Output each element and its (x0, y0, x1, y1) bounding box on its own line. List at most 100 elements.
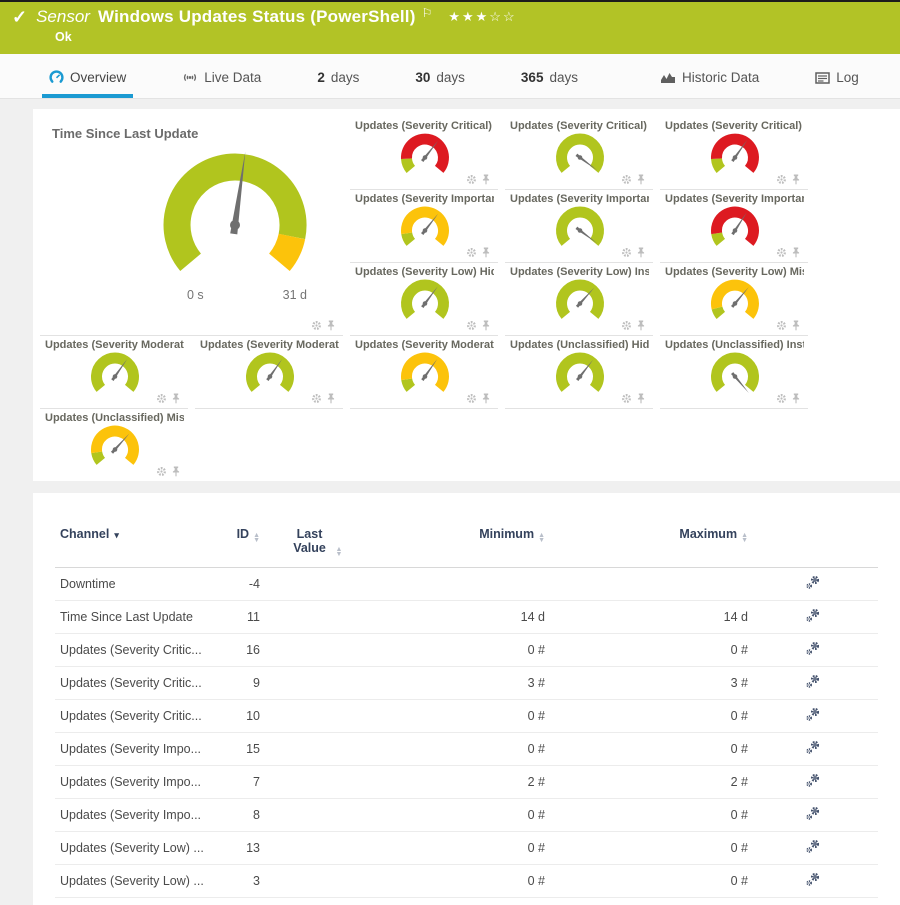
gauge-tile[interactable]: Updates (Severity Important) ... (660, 190, 808, 263)
table-row: Updates (Severity Critic...100 #0 # (55, 700, 878, 733)
gauge-settings-gear-icon[interactable] (621, 174, 632, 185)
channel-cell: Updates (Severity Low) ... (55, 832, 230, 865)
last-cell (260, 634, 370, 667)
gauge-settings-gear-icon[interactable] (621, 393, 632, 404)
channel-gears-icon[interactable] (805, 872, 821, 887)
tab-365-days[interactable]: 365days (514, 70, 585, 98)
gauge-settings-gear-icon[interactable] (621, 320, 632, 331)
gauge-pin-icon[interactable] (326, 393, 336, 404)
gauge-settings-gear-icon[interactable] (776, 320, 787, 331)
channel-gears-icon[interactable] (805, 740, 821, 755)
gauge-settings-gear-icon[interactable] (156, 393, 167, 404)
gauge-tile[interactable]: Updates (Severity Low) Hidden (350, 263, 498, 336)
gauge-body (665, 206, 804, 252)
gauge-body (355, 352, 494, 398)
gauge-tile[interactable]: Time Since Last Update0 s31 d (40, 117, 343, 336)
tab-overview[interactable]: Overview (42, 70, 133, 98)
channel-gears-icon[interactable] (805, 608, 821, 623)
tab-log[interactable]: Log (808, 70, 866, 98)
id-cell: 15 (230, 733, 260, 766)
gauge-settings-gear-icon[interactable] (311, 320, 322, 331)
gauge-tile[interactable]: Updates (Severity Moderate) I... (195, 336, 343, 409)
gauge-tile[interactable]: Updates (Severity Important) ... (350, 190, 498, 263)
gauge-pin-icon[interactable] (791, 174, 801, 185)
table-row: Updates (Severity Critic...93 #3 # (55, 667, 878, 700)
tile-actions (776, 247, 801, 258)
gauge-pin-icon[interactable] (481, 247, 491, 258)
gauge-pin-icon[interactable] (481, 320, 491, 331)
gauge-tile[interactable]: Updates (Severity Moderate) ... (40, 336, 188, 409)
gauge-pin-icon[interactable] (791, 393, 801, 404)
channel-gears-icon[interactable] (805, 806, 821, 821)
column-header-last[interactable]: Last Value▲▼ (260, 519, 370, 568)
column-header-max[interactable]: Maximum▲▼ (545, 519, 748, 568)
channel-cell: Updates (Severity Impo... (55, 733, 230, 766)
channel-gears-icon[interactable] (805, 674, 821, 689)
gauge-tile[interactable]: Updates (Severity Low) Install... (505, 263, 653, 336)
column-header-min[interactable]: Minimum▲▼ (370, 519, 545, 568)
gauge-pin-icon[interactable] (636, 320, 646, 331)
gauge-settings-gear-icon[interactable] (311, 393, 322, 404)
channel-gears-icon[interactable] (805, 839, 821, 854)
gauge-svg (551, 206, 609, 252)
tab-label: Historic Data (682, 70, 759, 85)
column-header-channel[interactable]: Channel▾ (55, 519, 230, 568)
gauge-pin-icon[interactable] (326, 320, 336, 331)
gauge-pin-icon[interactable] (791, 247, 801, 258)
gauge-settings-gear-icon[interactable] (776, 393, 787, 404)
gauge-title: Updates (Severity Important) ... (665, 193, 804, 205)
tab-2-days[interactable]: 2days (310, 70, 366, 98)
last-cell (260, 832, 370, 865)
gauge-pin-icon[interactable] (481, 393, 491, 404)
id-cell: -4 (230, 568, 260, 601)
channel-gears-icon[interactable] (805, 641, 821, 656)
gauge-settings-gear-icon[interactable] (156, 466, 167, 477)
tab-historic-data[interactable]: Historic Data (653, 70, 766, 98)
channel-settings-cell (748, 634, 878, 667)
column-header-id[interactable]: ID▲▼ (230, 519, 260, 568)
gauge-tile[interactable]: Updates (Severity Moderate) ... (350, 336, 498, 409)
channel-gears-icon[interactable] (805, 575, 821, 590)
gauge-body (665, 279, 804, 325)
gauge-tile[interactable]: Updates (Severity Low) Missi... (660, 263, 808, 336)
tab-live-data[interactable]: Live Data (175, 70, 268, 98)
gauge-pin-icon[interactable] (791, 320, 801, 331)
min-cell: 0 # (370, 634, 545, 667)
rating-stars[interactable]: ★★★☆☆ (448, 9, 516, 25)
gauge-body: 0 s31 d (135, 141, 335, 302)
flag-icon[interactable]: ⚐ (422, 7, 433, 19)
gauge-settings-gear-icon[interactable] (776, 247, 787, 258)
gauge-settings-gear-icon[interactable] (621, 247, 632, 258)
gauge-tile[interactable]: Updates (Severity Critical) Mi... (660, 117, 808, 190)
last-cell (260, 865, 370, 898)
gauge-settings-gear-icon[interactable] (776, 174, 787, 185)
gauge-pin-icon[interactable] (636, 393, 646, 404)
gauge-tile[interactable]: Updates (Unclassified) Missing (40, 409, 188, 481)
gauge-pin-icon[interactable] (481, 174, 491, 185)
gauge-settings-gear-icon[interactable] (466, 247, 477, 258)
gauge-settings-gear-icon[interactable] (466, 393, 477, 404)
gauge-tile[interactable]: Updates (Unclassified) Hidden (505, 336, 653, 409)
gauge-pin-icon[interactable] (171, 466, 181, 477)
tab-30-days[interactable]: 30days (408, 70, 472, 98)
gauge-tile[interactable]: Updates (Severity Critical) Ins... (505, 117, 653, 190)
last-cell (260, 766, 370, 799)
channel-gears-icon[interactable] (805, 707, 821, 722)
gauge-pin-icon[interactable] (636, 247, 646, 258)
gauge-tile[interactable]: Updates (Unclassified) Install... (660, 336, 808, 409)
gauge-tile[interactable]: Updates (Severity Important) ... (505, 190, 653, 263)
tab-number: 2 (317, 70, 325, 85)
channel-gears-icon[interactable] (805, 773, 821, 788)
gauge-title: Updates (Severity Moderate) ... (355, 339, 494, 351)
gauge-tile[interactable]: Updates (Severity Critical) Hi... (350, 117, 498, 190)
gauge-title: Updates (Severity Moderate) ... (45, 339, 184, 351)
id-cell: 13 (230, 832, 260, 865)
page-title: Windows Updates Status (PowerShell) (98, 7, 416, 27)
max-cell: 0 # (545, 832, 748, 865)
min-cell: 0 # (370, 865, 545, 898)
gauge-settings-gear-icon[interactable] (466, 320, 477, 331)
gauge-pin-icon[interactable] (171, 393, 181, 404)
gauge-body (665, 133, 804, 179)
gauge-settings-gear-icon[interactable] (466, 174, 477, 185)
gauge-pin-icon[interactable] (636, 174, 646, 185)
